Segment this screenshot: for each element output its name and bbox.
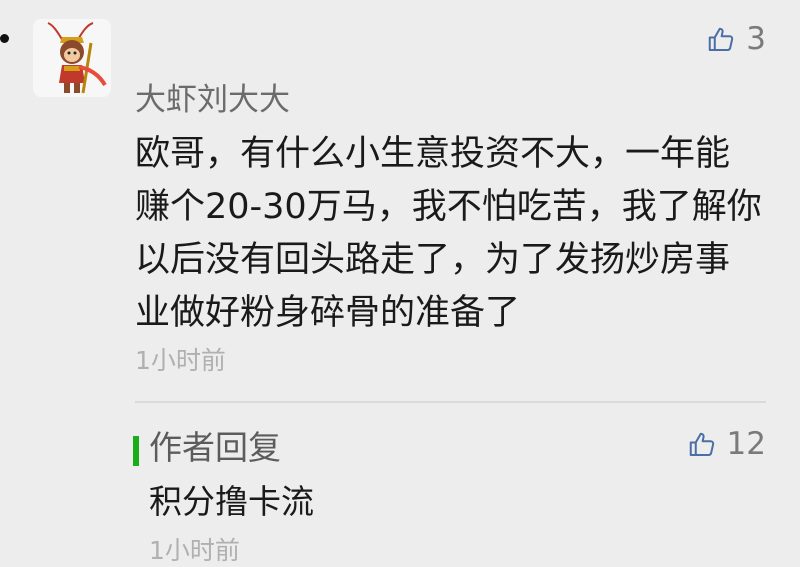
like-count: 3 — [746, 21, 766, 57]
comment-line: 欧哥，有什么小生意投资不大，一年能 — [135, 134, 731, 174]
comment-line: 以后没有回头路走了，为了发扬炒房事 — [135, 240, 731, 280]
author-reply-accent-bar — [133, 436, 139, 466]
avatar[interactable] — [33, 19, 111, 97]
comment-text: 欧哥，有什么小生意投资不大，一年能 赚个20-30万马，我不怕吃苦，我了解你 以… — [135, 128, 775, 340]
divider — [135, 401, 766, 403]
reply-like-button[interactable]: 12 — [687, 429, 766, 460]
list-bullet — [0, 34, 9, 43]
reply-like-count: 12 — [726, 426, 766, 462]
thumbs-up-icon — [687, 430, 717, 460]
comment-line: 业做好粉身碎骨的准备了 — [135, 293, 521, 333]
comment-timestamp: 1小时前 — [135, 346, 226, 375]
reply-timestamp: 1小时前 — [149, 536, 240, 565]
author-reply-text: 积分撸卡流 — [149, 482, 314, 521]
commenter-name[interactable]: 大虾刘大大 — [135, 80, 290, 120]
monkey-king-avatar-icon — [47, 22, 107, 94]
comment-line: 赚个20-30万马，我不怕吃苦，我了解你 — [135, 187, 762, 227]
author-reply-label: 作者回复 — [149, 428, 281, 467]
thumbs-up-icon — [706, 25, 736, 55]
like-button[interactable]: 3 — [706, 24, 766, 55]
